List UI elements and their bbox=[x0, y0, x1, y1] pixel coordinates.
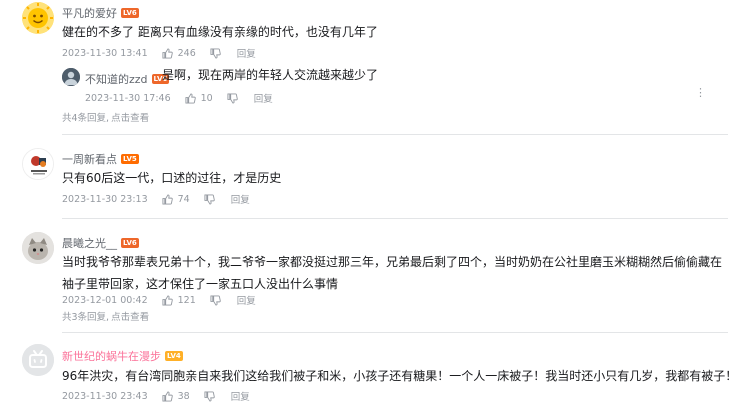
reply-count-text: 共4条回复, bbox=[62, 113, 110, 124]
dislike-button[interactable] bbox=[204, 193, 215, 205]
reply-button[interactable]: 回复 bbox=[231, 192, 250, 206]
divider bbox=[62, 134, 728, 135]
comment-text: 当时我爷爷那辈表兄弟十个，我二爷爷一家都没挺过那三年，兄弟最后剩了四个，当时奶奶… bbox=[62, 255, 723, 291]
user-avatar-icon bbox=[62, 68, 80, 86]
reply-button[interactable]: 回复 bbox=[237, 293, 256, 307]
username[interactable]: 晨曦之光__ LV6 bbox=[62, 235, 139, 251]
reply-button[interactable]: 回复 bbox=[254, 91, 273, 105]
like-button[interactable]: 246 bbox=[162, 48, 196, 59]
comment-text: 96年洪灾，有台湾同胞亲自来我们这给我们被子和米，小孩子还有糖果！一个人一床被子… bbox=[62, 369, 738, 383]
divider bbox=[62, 332, 728, 333]
timestamp: 2023-11-30 13:41 bbox=[62, 47, 148, 59]
dislike-button[interactable] bbox=[227, 92, 238, 104]
reply-button[interactable]: 回复 bbox=[237, 46, 256, 60]
level-badge: LV5 bbox=[121, 154, 139, 164]
news-logo-avatar-icon bbox=[23, 149, 53, 179]
thumbs-down-icon bbox=[204, 390, 215, 402]
thumbs-up-icon bbox=[162, 390, 173, 402]
sub-reply-username-text[interactable]: 不知道的zzd bbox=[85, 71, 148, 87]
thumbs-down-icon bbox=[227, 92, 238, 104]
comment-text: 健在的不多了 距离只有血缘没有亲缘的时代，也没有几年了 bbox=[62, 25, 378, 39]
comment-text: 只有60后这一代，口述的过往，才是历史 bbox=[62, 171, 282, 185]
reply-button[interactable]: 回复 bbox=[231, 389, 250, 403]
username-text[interactable]: 新世纪的蜗牛在漫步 bbox=[62, 348, 161, 364]
divider bbox=[62, 218, 728, 219]
sub-reply-meta: 2023-11-30 17:46 10 回复 bbox=[85, 91, 273, 106]
comment-meta: 2023-12-01 00:42 121 回复 bbox=[62, 293, 256, 308]
username[interactable]: 新世纪的蜗牛在漫步 LV4 bbox=[62, 348, 183, 364]
like-count: 74 bbox=[177, 193, 190, 205]
dislike-button[interactable] bbox=[204, 390, 215, 402]
username-text[interactable]: 一周新看点 bbox=[62, 151, 117, 167]
timestamp: 2023-11-30 17:46 bbox=[85, 92, 171, 104]
sub-reply-username[interactable]: 不知道的zzd LV6 bbox=[85, 71, 170, 87]
like-count: 38 bbox=[177, 390, 190, 402]
reply-summary: 共3条回复, 点击查看 bbox=[62, 309, 149, 323]
more-dots-icon[interactable]: ⋮ bbox=[695, 86, 706, 99]
like-count: 246 bbox=[177, 47, 196, 59]
comment-meta: 2023-11-30 23:43 38 回复 bbox=[62, 389, 250, 404]
thumbs-up-icon bbox=[185, 92, 196, 104]
thumbs-up-icon bbox=[162, 294, 173, 306]
cat-avatar-icon bbox=[22, 232, 54, 264]
like-button[interactable]: 10 bbox=[185, 93, 213, 104]
timestamp: 2023-11-30 23:13 bbox=[62, 193, 148, 205]
reply-summary: 共4条回复, 点击查看 bbox=[62, 110, 149, 124]
timestamp: 2023-12-01 00:42 bbox=[62, 294, 148, 306]
level-badge: LV4 bbox=[165, 351, 183, 361]
like-button[interactable]: 38 bbox=[162, 391, 190, 402]
sub-reply-avatar[interactable] bbox=[62, 68, 80, 86]
view-replies-link[interactable]: 点击查看 bbox=[111, 312, 149, 323]
thumbs-down-icon bbox=[210, 294, 221, 306]
reply-count-text: 共3条回复, bbox=[62, 312, 110, 323]
thumbs-up-icon bbox=[162, 193, 173, 205]
thumbs-down-icon bbox=[204, 193, 215, 205]
like-count: 10 bbox=[200, 92, 213, 104]
username[interactable]: 平凡的爱好 LV6 bbox=[62, 5, 139, 21]
comment-meta: 2023-11-30 23:13 74 回复 bbox=[62, 192, 250, 207]
level-badge: LV6 bbox=[121, 238, 139, 248]
avatar[interactable] bbox=[22, 148, 54, 180]
timestamp: 2023-11-30 23:43 bbox=[62, 390, 148, 402]
username-text[interactable]: 晨曦之光__ bbox=[62, 235, 117, 251]
avatar[interactable] bbox=[22, 2, 54, 34]
dislike-button[interactable] bbox=[210, 294, 221, 306]
like-button[interactable]: 121 bbox=[162, 295, 196, 306]
avatar[interactable] bbox=[22, 344, 54, 376]
avatar[interactable] bbox=[22, 232, 54, 264]
thumbs-up-icon bbox=[162, 47, 173, 59]
dislike-button[interactable] bbox=[210, 47, 221, 59]
username-text[interactable]: 平凡的爱好 bbox=[62, 5, 117, 21]
sub-reply-text: 是啊，现在两岸的年轻人交流越来越少了 bbox=[162, 68, 379, 82]
comment-meta: 2023-11-30 13:41 246 回复 bbox=[62, 46, 256, 61]
default-tv-avatar-icon bbox=[22, 344, 54, 376]
view-replies-link[interactable]: 点击查看 bbox=[111, 113, 149, 124]
level-badge: LV6 bbox=[121, 8, 139, 18]
sun-avatar-icon bbox=[22, 2, 54, 34]
like-button[interactable]: 74 bbox=[162, 194, 190, 205]
thumbs-down-icon bbox=[210, 47, 221, 59]
username[interactable]: 一周新看点 LV5 bbox=[62, 151, 139, 167]
like-count: 121 bbox=[177, 294, 196, 306]
